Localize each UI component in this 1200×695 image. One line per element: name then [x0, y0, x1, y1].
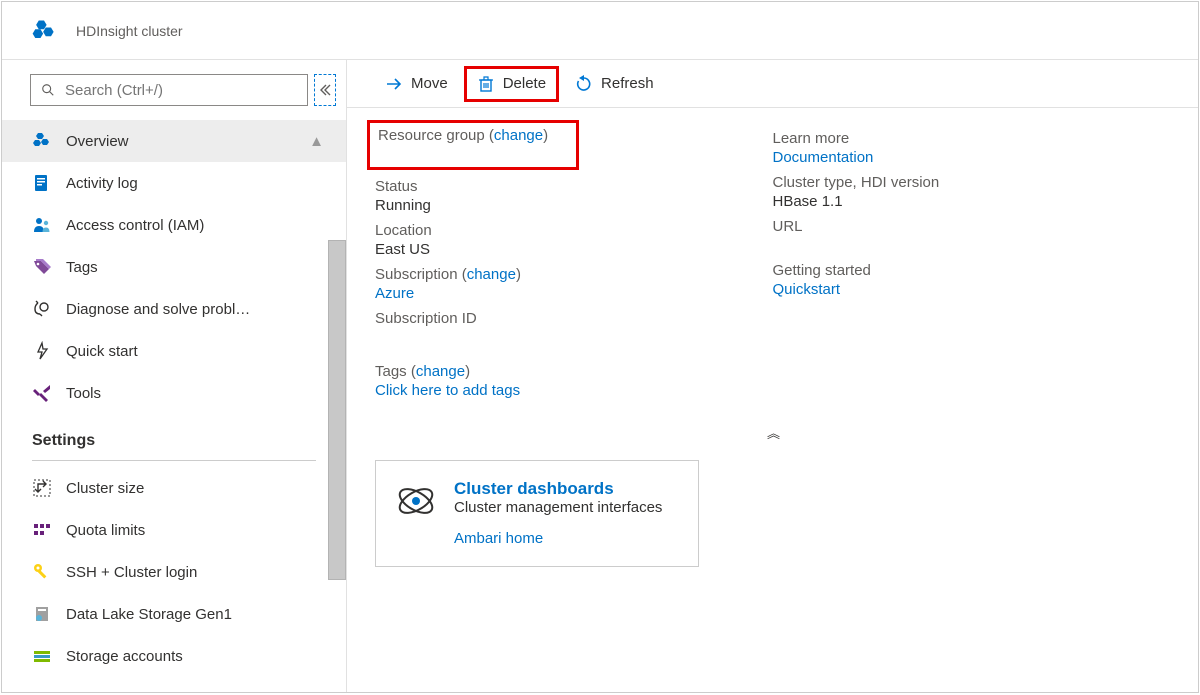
arrow-right-icon [385, 75, 403, 93]
nav-item-label: Tools [66, 385, 101, 402]
documentation-link[interactable]: Documentation [773, 149, 1171, 166]
nav-item-cluster-size[interactable]: Cluster size [2, 467, 346, 509]
subscription-value[interactable]: Azure [375, 285, 773, 302]
nav-item-diagnose[interactable]: Diagnose and solve probl… [2, 288, 346, 330]
nav: Overview ▲ Activity log Access control (… [2, 120, 346, 692]
diagnose-icon [32, 299, 52, 319]
dashboard-icon [394, 479, 438, 523]
storage-icon [32, 646, 52, 666]
change-resource-group-link[interactable]: change [494, 127, 543, 144]
resource-group-block: Resource group (change) [367, 120, 579, 170]
getting-started-label: Getting started [773, 262, 1171, 279]
change-subscription-link[interactable]: change [467, 266, 516, 283]
location-value: East US [375, 241, 773, 258]
nav-item-label: Tags [66, 259, 98, 276]
nav-item-storage[interactable]: Storage accounts [2, 635, 346, 677]
move-button[interactable]: Move [375, 66, 458, 102]
subscription-id-label: Subscription ID [375, 310, 773, 327]
url-value [773, 237, 1171, 254]
nav-item-label: Quota limits [66, 522, 145, 539]
tags-label: Tags (change) [375, 363, 773, 380]
url-label: URL [773, 218, 1171, 235]
toolbar: Move Delete Refresh [347, 60, 1198, 108]
nav-item-activity-log[interactable]: Activity log [2, 162, 346, 204]
status-label: Status [375, 178, 773, 195]
cluster-type-label: Cluster type, HDI version [773, 174, 1171, 191]
nav-item-quota[interactable]: Quota limits [2, 509, 346, 551]
card-title: Cluster dashboards [454, 479, 662, 499]
section-header-settings: Settings [2, 414, 346, 460]
nav-item-overview[interactable]: Overview ▲ [2, 120, 346, 162]
nav-item-label: Activity log [66, 175, 138, 192]
main: Move Delete Refresh Resource group (chan… [347, 60, 1198, 692]
overview-icon [32, 131, 52, 151]
subscription-label: Subscription (change) [375, 266, 773, 283]
search-input[interactable] [65, 82, 297, 99]
cluster-dashboards-card[interactable]: Cluster dashboards Cluster management in… [375, 460, 699, 567]
header-title: HDInsight cluster [76, 23, 183, 39]
header: HDInsight cluster [2, 2, 1198, 60]
sidebar: Overview ▲ Activity log Access control (… [2, 60, 347, 692]
quota-icon [32, 520, 52, 540]
search-box[interactable] [30, 74, 308, 106]
nav-item-label: Diagnose and solve probl… [66, 301, 250, 318]
activity-log-icon [32, 173, 52, 193]
body: Overview ▲ Activity log Access control (… [2, 60, 1198, 692]
search-icon [41, 83, 55, 97]
trash-icon [477, 75, 495, 93]
move-label: Move [411, 75, 448, 92]
content: Resource group (change) Status Running L… [347, 108, 1198, 692]
location-label: Location [375, 222, 773, 239]
nav-item-label: Access control (IAM) [66, 217, 204, 234]
resource-group-label: Resource group (change) [378, 127, 548, 144]
delete-button[interactable]: Delete [464, 66, 559, 102]
hdinsight-logo-icon [30, 17, 58, 45]
details-left: Resource group (change) Status Running L… [375, 126, 773, 405]
nav-item-label: Overview [66, 133, 129, 150]
refresh-label: Refresh [601, 75, 654, 92]
refresh-icon [575, 75, 593, 93]
card-body: Cluster dashboards Cluster management in… [454, 479, 662, 548]
chevron-up-icon: ▲ [309, 133, 324, 150]
tags-icon [32, 257, 52, 277]
nav-item-tools[interactable]: Tools [2, 372, 346, 414]
nav-item-quick-start[interactable]: Quick start [2, 330, 346, 372]
ambari-home-link[interactable]: Ambari home [454, 530, 543, 547]
cluster-type-value: HBase 1.1 [773, 193, 1171, 210]
details-columns: Resource group (change) Status Running L… [375, 126, 1170, 405]
add-tags-link[interactable]: Click here to add tags [375, 382, 773, 399]
nav-item-ssh[interactable]: SSH + Cluster login [2, 551, 346, 593]
learn-more-label: Learn more [773, 130, 1171, 147]
nav-item-label: Quick start [66, 343, 138, 360]
quickstart-icon [32, 341, 52, 361]
window: HDInsight cluster Overview [1, 1, 1199, 693]
datalake-icon [32, 604, 52, 624]
change-tags-link[interactable]: change [416, 363, 465, 380]
nav-item-access-control[interactable]: Access control (IAM) [2, 204, 346, 246]
delete-label: Delete [503, 75, 546, 92]
collapse-sidebar-button[interactable] [314, 74, 336, 106]
access-control-icon [32, 215, 52, 235]
details-right: Learn more Documentation Cluster type, H… [773, 126, 1171, 405]
nav-item-label: SSH + Cluster login [66, 564, 197, 581]
search-row [2, 60, 346, 120]
nav-item-label: Data Lake Storage Gen1 [66, 606, 232, 623]
divider [32, 460, 316, 461]
tools-icon [32, 383, 52, 403]
quickstart-link[interactable]: Quickstart [773, 281, 1171, 298]
cluster-size-icon [32, 478, 52, 498]
nav-item-datalake[interactable]: Data Lake Storage Gen1 [2, 593, 346, 635]
ssh-key-icon [32, 562, 52, 582]
refresh-button[interactable]: Refresh [565, 66, 664, 102]
scrollbar[interactable] [328, 240, 346, 580]
nav-item-tags[interactable]: Tags [2, 246, 346, 288]
nav-item-label: Storage accounts [66, 648, 183, 665]
nav-item-label: Cluster size [66, 480, 144, 497]
status-value: Running [375, 197, 773, 214]
card-subtitle: Cluster management interfaces [454, 499, 662, 516]
collapse-details-button[interactable]: ︽ [375, 423, 1170, 442]
